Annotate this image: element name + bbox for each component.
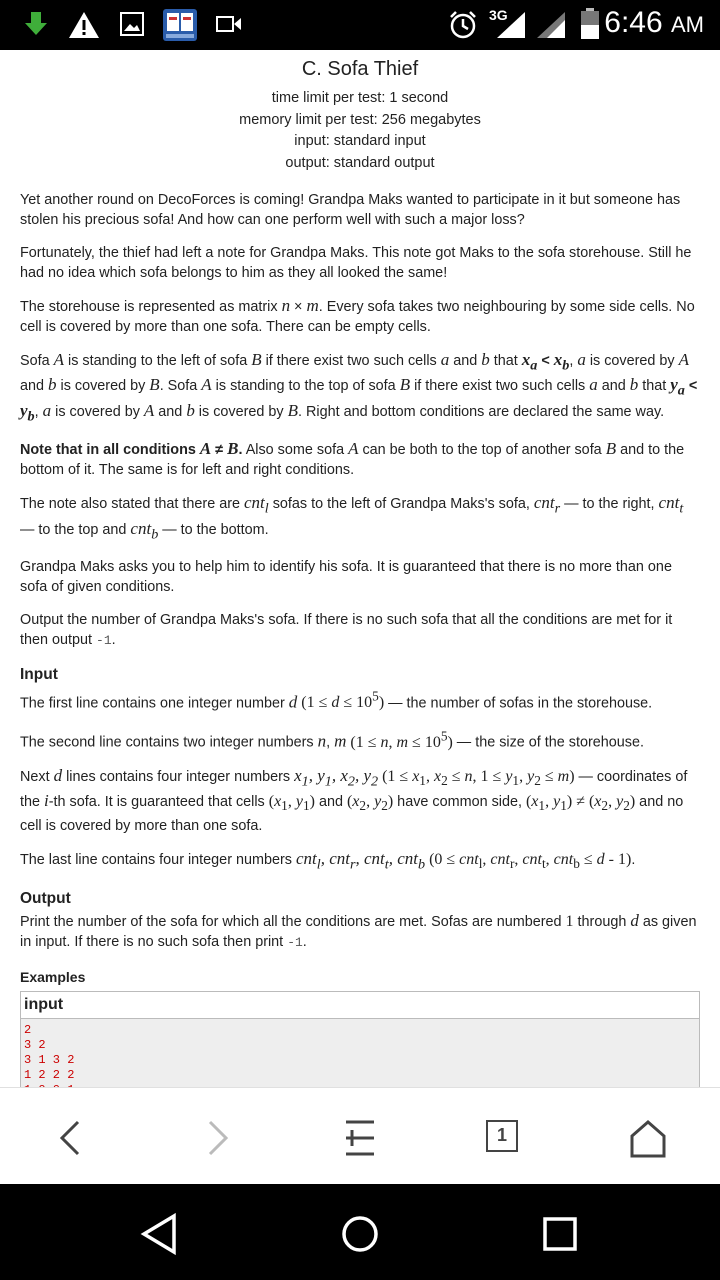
output-paragraph: Print the number of the sofa for which a… xyxy=(20,910,697,950)
input-paragraph: The first line contains one integer numb… xyxy=(20,688,653,712)
input-spec: input: standard input xyxy=(294,133,426,149)
input-paragraph: The second line contains two integer num… xyxy=(20,728,644,751)
alarm-icon xyxy=(450,11,476,39)
clock-time: 6:46 xyxy=(604,6,663,39)
problem-limits: time limit per test: 1 second memory lim… xyxy=(0,88,720,174)
statement-paragraph: Output the number of Grandpa Maks's sofa… xyxy=(20,611,673,648)
signal-icon xyxy=(537,12,565,38)
browser-toolbar: 1 xyxy=(0,1087,720,1185)
home-icon[interactable] xyxy=(628,1118,668,1158)
time-limit: time limit per test: 1 second xyxy=(271,90,449,106)
input-section-title: Input xyxy=(20,665,58,683)
statement-paragraph: Sofa A is standing to the left of sofa B… xyxy=(20,350,698,425)
image-icon xyxy=(120,12,144,36)
download-icon xyxy=(25,12,47,35)
statement-paragraph: The note also stated that there are cntl… xyxy=(20,493,684,542)
example-input[interactable]: 2 3 2 3 1 3 2 1 2 2 2 1 0 0 1 xyxy=(21,1018,699,1087)
problem-title: C. Sofa Thief xyxy=(301,58,419,80)
status-bar: 3G 6:46 AM xyxy=(0,0,720,50)
input-paragraph: The last line contains four integer numb… xyxy=(20,849,636,873)
video-icon xyxy=(216,16,241,32)
menu-icon[interactable] xyxy=(340,1118,380,1158)
signal-icon xyxy=(497,12,525,38)
home-circle-icon[interactable] xyxy=(338,1212,382,1256)
clock: 6:46 AM xyxy=(604,6,704,40)
statement-paragraph: Fortunately, the thief had left a note f… xyxy=(20,245,692,281)
input-paragraph: Next d lines contains four integer numbe… xyxy=(20,765,688,835)
problem-page[interactable]: C. Sofa Thief time limit per test: 1 sec… xyxy=(0,50,720,1087)
statement-paragraph: Note that in all conditions A ≠ B. Also … xyxy=(20,439,685,479)
output-spec: output: standard output xyxy=(285,154,435,171)
back-triangle-icon[interactable] xyxy=(138,1212,182,1256)
tabs-button[interactable]: 1 xyxy=(486,1120,518,1152)
forward-icon[interactable] xyxy=(198,1118,238,1158)
examples-title: Examples xyxy=(20,968,86,985)
tab-count: 1 xyxy=(496,1125,507,1145)
recents-square-icon[interactable] xyxy=(538,1212,582,1256)
example-box: input 2 3 2 3 1 3 2 1 2 2 2 1 0 0 1 outp… xyxy=(20,990,700,1087)
statement-paragraph: The storehouse is represented as matrix … xyxy=(20,296,695,335)
android-nav-bar xyxy=(0,1184,720,1280)
statement-paragraph: Yet another round on DecoForces is comin… xyxy=(20,192,681,228)
example-input-label: input xyxy=(21,991,699,1019)
output-section-title: Output xyxy=(20,889,71,907)
memory-limit: memory limit per test: 256 megabytes xyxy=(239,111,481,128)
problem-statement: Yet another round on DecoForces is comin… xyxy=(0,190,720,1087)
dictionary-app-icon xyxy=(163,9,197,41)
warning-icon xyxy=(69,12,99,38)
statement-paragraph: Grandpa Maks asks you to help him to ide… xyxy=(20,558,672,595)
clock-ampm: AM xyxy=(671,12,704,37)
battery-icon xyxy=(581,8,599,39)
back-icon[interactable] xyxy=(50,1118,90,1158)
